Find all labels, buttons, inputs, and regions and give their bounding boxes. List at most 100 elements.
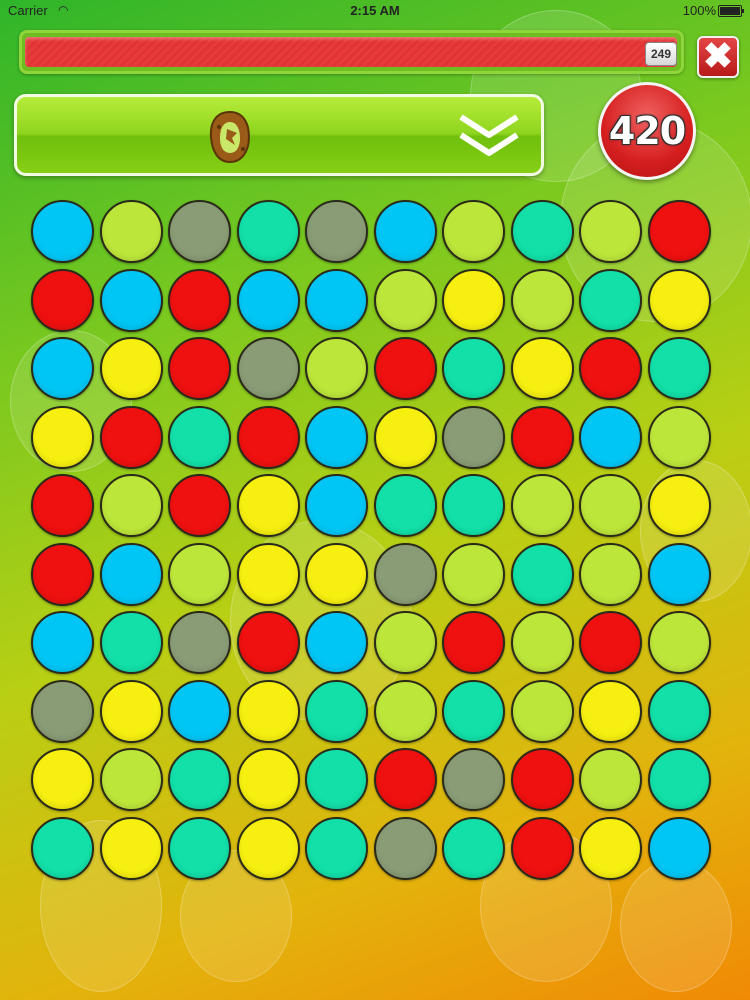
bubble-red[interactable]: [373, 337, 437, 400]
bubble-lime[interactable]: [510, 679, 574, 743]
bubble-lime[interactable]: [99, 748, 163, 811]
bubble-red[interactable]: [31, 474, 94, 537]
bubble-lime[interactable]: [373, 611, 437, 674]
bubble-gray[interactable]: [373, 816, 437, 880]
bubble-teal[interactable]: [305, 816, 368, 880]
bubble-yellow[interactable]: [647, 474, 711, 537]
bubble-gray[interactable]: [442, 748, 505, 811]
bubble-lime[interactable]: [579, 474, 642, 537]
bubble-cyan[interactable]: [579, 405, 642, 469]
bubble-cyan[interactable]: [305, 405, 368, 469]
bubble-lime[interactable]: [99, 200, 163, 263]
bubble-teal[interactable]: [442, 816, 505, 880]
bubble-lime[interactable]: [510, 268, 574, 332]
bubble-red[interactable]: [236, 405, 300, 469]
bubble-gray[interactable]: [168, 200, 231, 263]
bubble-yellow[interactable]: [647, 268, 711, 332]
bubble-cyan[interactable]: [31, 611, 94, 674]
bubble-yellow[interactable]: [236, 748, 300, 811]
bubble-red[interactable]: [236, 611, 300, 674]
bubble-yellow[interactable]: [236, 679, 300, 743]
bubble-red[interactable]: [99, 405, 163, 469]
bubble-teal[interactable]: [305, 748, 368, 811]
bubble-yellow[interactable]: [31, 748, 94, 811]
double-chevron-down-icon[interactable]: [457, 111, 521, 161]
bubble-teal[interactable]: [442, 679, 505, 743]
bubble-yellow[interactable]: [510, 337, 574, 400]
bubble-red[interactable]: [579, 611, 642, 674]
bubble-red[interactable]: [31, 268, 94, 332]
bubble-lime[interactable]: [510, 611, 574, 674]
bubble-lime[interactable]: [647, 405, 711, 469]
bubble-lime[interactable]: [373, 268, 437, 332]
bubble-yellow[interactable]: [442, 268, 505, 332]
bubble-teal[interactable]: [442, 474, 505, 537]
bubble-yellow[interactable]: [99, 816, 163, 880]
bubble-cyan[interactable]: [647, 542, 711, 606]
bubble-red[interactable]: [510, 816, 574, 880]
bubble-red[interactable]: [168, 474, 231, 537]
bubble-gray[interactable]: [373, 542, 437, 606]
bubble-lime[interactable]: [442, 542, 505, 606]
bubble-red[interactable]: [647, 200, 711, 263]
bubble-yellow[interactable]: [579, 679, 642, 743]
bubble-gray[interactable]: [31, 679, 94, 743]
bubble-yellow[interactable]: [373, 405, 437, 469]
bubble-gray[interactable]: [305, 200, 368, 263]
bubble-lime[interactable]: [373, 679, 437, 743]
bubble-lime[interactable]: [168, 542, 231, 606]
bubble-yellow[interactable]: [236, 542, 300, 606]
bubble-teal[interactable]: [647, 679, 711, 743]
bubble-gray[interactable]: [442, 405, 505, 469]
bubble-red[interactable]: [510, 405, 574, 469]
bubble-yellow[interactable]: [31, 405, 94, 469]
bubble-cyan[interactable]: [305, 611, 368, 674]
bubble-lime[interactable]: [99, 474, 163, 537]
close-button[interactable]: ✖: [697, 35, 739, 78]
bubble-teal[interactable]: [442, 337, 505, 400]
bubble-yellow[interactable]: [99, 337, 163, 400]
bubble-cyan[interactable]: [31, 200, 94, 263]
bubble-teal[interactable]: [510, 200, 574, 263]
bubble-cyan[interactable]: [305, 268, 368, 332]
bubble-red[interactable]: [442, 611, 505, 674]
bubble-yellow[interactable]: [579, 816, 642, 880]
bubble-cyan[interactable]: [647, 816, 711, 880]
bubble-lime[interactable]: [579, 748, 642, 811]
bubble-yellow[interactable]: [305, 542, 368, 606]
bubble-lime[interactable]: [579, 200, 642, 263]
bubble-gray[interactable]: [236, 337, 300, 400]
bubble-cyan[interactable]: [236, 268, 300, 332]
bubble-red[interactable]: [168, 268, 231, 332]
bubble-yellow[interactable]: [236, 816, 300, 880]
bubble-teal[interactable]: [31, 816, 94, 880]
bubble-lime[interactable]: [305, 337, 368, 400]
bubble-teal[interactable]: [647, 748, 711, 811]
bubble-cyan[interactable]: [99, 268, 163, 332]
bubble-gray[interactable]: [168, 611, 231, 674]
bubble-lime[interactable]: [579, 542, 642, 606]
bubble-cyan[interactable]: [99, 542, 163, 606]
bubble-teal[interactable]: [99, 611, 163, 674]
bubble-lime[interactable]: [510, 474, 574, 537]
bubble-teal[interactable]: [579, 268, 642, 332]
bubble-cyan[interactable]: [31, 337, 94, 400]
bubble-teal[interactable]: [510, 542, 574, 606]
bubble-cyan[interactable]: [305, 474, 368, 537]
bubble-teal[interactable]: [168, 816, 231, 880]
bubble-teal[interactable]: [168, 748, 231, 811]
bubble-yellow[interactable]: [99, 679, 163, 743]
bubble-teal[interactable]: [168, 405, 231, 469]
bubble-teal[interactable]: [647, 337, 711, 400]
bubble-lime[interactable]: [647, 611, 711, 674]
level-panel[interactable]: [14, 94, 544, 176]
bubble-lime[interactable]: [442, 200, 505, 263]
bubble-teal[interactable]: [305, 679, 368, 743]
bubble-red[interactable]: [168, 337, 231, 400]
bubble-cyan[interactable]: [373, 200, 437, 263]
bubble-teal[interactable]: [373, 474, 437, 537]
bubble-teal[interactable]: [236, 200, 300, 263]
bubble-red[interactable]: [373, 748, 437, 811]
bubble-red[interactable]: [579, 337, 642, 400]
bubble-red[interactable]: [31, 542, 94, 606]
